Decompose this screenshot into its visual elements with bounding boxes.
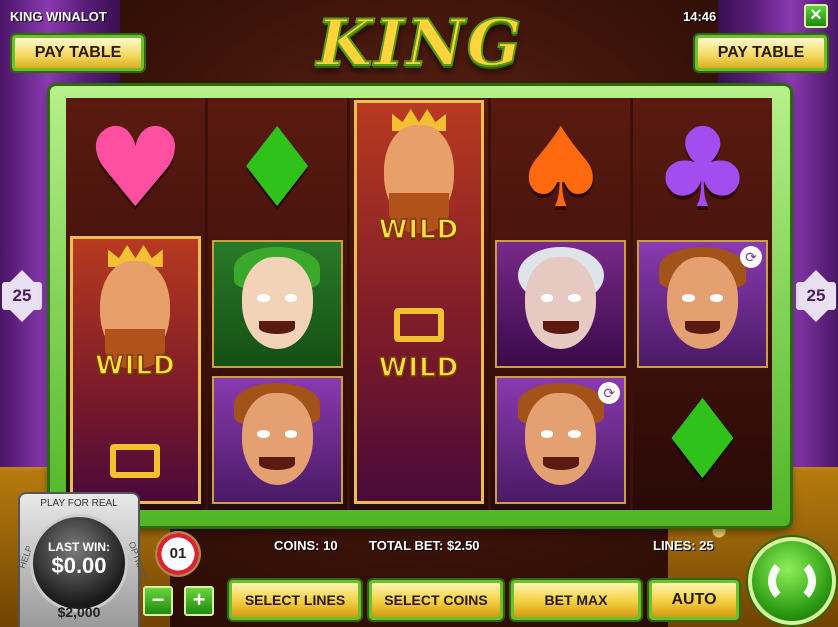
reel-cell bbox=[208, 236, 347, 372]
knight-symbol bbox=[211, 376, 343, 504]
jester-symbol bbox=[211, 240, 343, 368]
mouth bbox=[543, 321, 579, 334]
face bbox=[241, 256, 313, 349]
reel-cell bbox=[491, 236, 630, 372]
arrow-down-icon[interactable] bbox=[10, 310, 34, 322]
lines-indicator-left[interactable]: 25 bbox=[2, 270, 42, 336]
belt-buckle-icon bbox=[110, 444, 161, 478]
reel-cell: ♥ bbox=[66, 100, 205, 236]
reel-cell: ⟳ bbox=[633, 236, 772, 372]
wild-label: WILD bbox=[94, 350, 176, 382]
reel-cell: ⟳ bbox=[491, 372, 630, 508]
eye bbox=[568, 294, 582, 302]
reels-area: ♥ WILD ♦ WILD WILD ♠ ⟳ ♣ ⟳ ♦ bbox=[66, 98, 772, 510]
select-coins-button[interactable]: SELECT COINS bbox=[369, 580, 503, 620]
pay-table-button-right[interactable]: PAY TABLE bbox=[695, 35, 827, 71]
lines-readout: LINES: 25 bbox=[653, 538, 714, 553]
mouth bbox=[543, 457, 579, 470]
face bbox=[241, 392, 313, 485]
last-win-label: LAST WIN: bbox=[48, 540, 110, 554]
coin-decrease-button[interactable]: − bbox=[143, 586, 173, 616]
lines-count: 25 bbox=[2, 282, 42, 310]
reel-2: ♦ bbox=[207, 98, 347, 510]
eye bbox=[284, 430, 298, 438]
close-button[interactable]: ✕ bbox=[804, 4, 828, 28]
auto-button[interactable]: AUTO bbox=[649, 580, 739, 620]
eye bbox=[568, 430, 582, 438]
game-name: KING WINALOT bbox=[10, 9, 107, 24]
last-win-value: $0.00 bbox=[51, 553, 107, 578]
reel-cell: ♦ bbox=[633, 372, 772, 508]
bet-max-button[interactable]: BET MAX bbox=[511, 580, 641, 620]
game-logo: KING WINALOT bbox=[233, 5, 605, 170]
lines-count: 25 bbox=[796, 282, 836, 310]
king-wild-symbol: WILD WILD bbox=[353, 100, 485, 504]
reel-3: WILD WILD bbox=[349, 98, 489, 510]
clock: 14:46 bbox=[683, 9, 717, 24]
eye bbox=[284, 294, 298, 302]
coin-value-chip: 01 bbox=[155, 531, 201, 577]
reel-cell bbox=[208, 372, 347, 508]
reel-cell: ♦ bbox=[208, 100, 347, 236]
wild-label: WILD bbox=[378, 214, 460, 246]
reel-5: ♣ ⟳ ♦ bbox=[633, 98, 772, 510]
lines-indicator-right[interactable]: 25 bbox=[796, 270, 836, 336]
mouth bbox=[259, 321, 295, 334]
balance-value: $2,000 bbox=[57, 604, 101, 620]
scatter-badge-icon: ⟳ bbox=[739, 246, 762, 268]
diamond-icon: ♦ bbox=[227, 104, 327, 232]
reel-1: ♥ WILD bbox=[66, 98, 205, 510]
knight-symbol: ⟳ bbox=[495, 376, 627, 504]
eye bbox=[682, 294, 695, 302]
coin-increase-button[interactable]: + bbox=[184, 586, 214, 616]
reel-4: ♠ ⟳ bbox=[491, 98, 631, 510]
mouth bbox=[259, 457, 295, 470]
eye bbox=[256, 294, 270, 302]
spade-icon: ♠ bbox=[511, 104, 611, 232]
face bbox=[667, 256, 739, 349]
queen-symbol bbox=[495, 240, 627, 368]
scatter-badge-icon: ⟳ bbox=[598, 382, 621, 404]
king-wild-symbol: WILD bbox=[70, 236, 201, 504]
heart-icon: ♥ bbox=[86, 104, 185, 232]
eye bbox=[540, 430, 554, 438]
pay-table-button-left[interactable]: PAY TABLE bbox=[12, 35, 144, 71]
diamond-icon: ♦ bbox=[653, 376, 752, 504]
face bbox=[525, 392, 597, 485]
face bbox=[525, 256, 597, 349]
reel-cell: ♣ bbox=[633, 100, 772, 236]
eye bbox=[540, 294, 554, 302]
eye bbox=[710, 294, 723, 302]
mouth bbox=[684, 321, 721, 334]
eye bbox=[256, 430, 270, 438]
arrow-up-icon[interactable] bbox=[10, 270, 34, 282]
select-lines-button[interactable]: SELECT LINES bbox=[229, 580, 361, 620]
play-for-real-link[interactable]: PLAY FOR REAL bbox=[20, 498, 138, 509]
arrow-down-icon[interactable] bbox=[804, 310, 828, 322]
knight-symbol: ⟳ bbox=[637, 240, 768, 368]
wild-label: WILD bbox=[378, 352, 460, 384]
arrow-up-icon[interactable] bbox=[804, 270, 828, 282]
reel-cell: ♠ bbox=[491, 100, 630, 236]
spin-button[interactable] bbox=[748, 537, 836, 625]
club-icon: ♣ bbox=[653, 104, 752, 232]
belt-buckle-icon bbox=[394, 308, 444, 342]
coins-readout: COINS: 10 bbox=[274, 538, 338, 553]
spin-arrows-icon bbox=[768, 557, 816, 605]
total-bet-readout: TOTAL BET: $2.50 bbox=[369, 538, 480, 553]
